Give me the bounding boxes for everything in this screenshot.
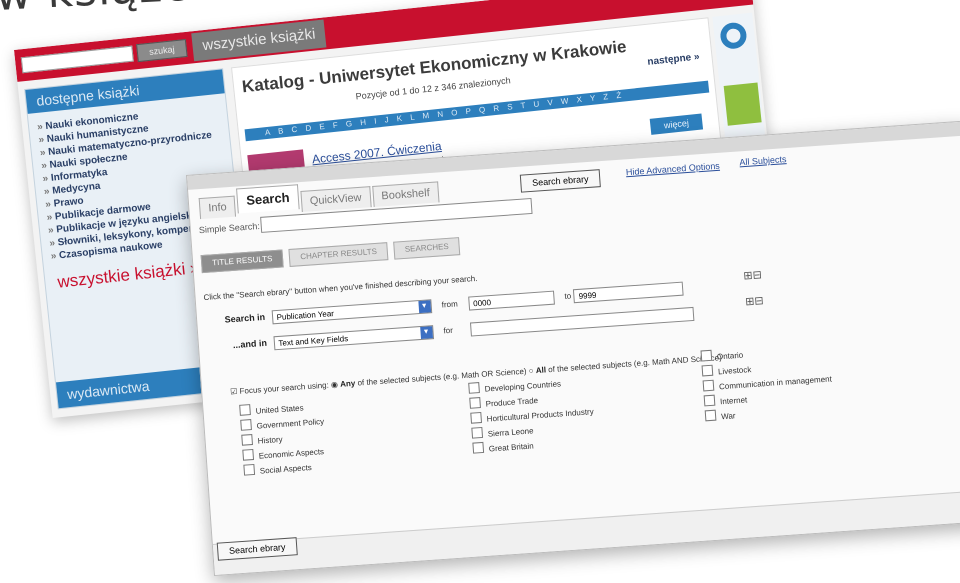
tab-search[interactable]: Search	[236, 184, 300, 214]
chevron-down-icon[interactable]: ▼	[417, 300, 431, 314]
catalog-search-button[interactable]: szukaj	[136, 38, 188, 63]
tab-chapter-results[interactable]: CHAPTER RESULTS	[288, 242, 389, 267]
ebrary-search-screenshot: InfoSearch QuickView Bookshelf Search ebra…	[186, 120, 960, 577]
result-tabs: TITLE RESULTS CHAPTER RESULTS SEARCHES	[200, 235, 466, 274]
all-option-description: of the selected subjects (e.g. Math AND …	[547, 353, 723, 375]
chevron-down-icon[interactable]: ▼	[419, 326, 433, 340]
any-radio[interactable]: ◉	[331, 380, 339, 389]
all-radio[interactable]: ○	[528, 366, 533, 375]
focus-checkbox[interactable]: ☑	[230, 387, 238, 396]
search-footer	[212, 489, 960, 575]
tab-bookshelf[interactable]: Bookshelf	[371, 181, 440, 208]
add-remove-row-icons[interactable]: ⊞⊟	[745, 294, 764, 308]
page-heading: w książek elek	[0, 0, 329, 21]
from-label: from	[441, 299, 459, 310]
tab-quickview[interactable]: QuickView	[300, 186, 372, 213]
subjects-column-1: United States Government Policy History …	[239, 399, 328, 480]
simple-search-label: Simple Search:	[198, 220, 261, 236]
search-in-label: Search in	[224, 312, 266, 326]
for-text-input[interactable]	[469, 306, 694, 337]
all-option-label: All	[535, 365, 547, 376]
tab-title-results[interactable]: TITLE RESULTS	[200, 249, 284, 274]
and-in-select[interactable]: Text and Key Fields ▼	[272, 325, 434, 351]
search-in-select-value: Publication Year	[276, 309, 335, 323]
search-in-select[interactable]: Publication Year ▼	[271, 299, 432, 325]
all-subjects-link[interactable]: All Subjects	[739, 154, 787, 167]
book-stack-icon	[723, 82, 762, 126]
focus-prompt-text: Focus your search using:	[239, 380, 330, 396]
subjects-column-2: Developing Countries Produce Trade Horti…	[468, 374, 596, 457]
lifebuoy-icon	[719, 21, 748, 51]
book-more-button[interactable]: więcej	[649, 113, 704, 135]
and-in-label: ...and in	[232, 338, 268, 351]
from-year-input[interactable]: 0000	[467, 290, 555, 311]
tab-searches[interactable]: SEARCHES	[393, 237, 461, 260]
all-books-tab[interactable]: wszystkie książki	[191, 19, 327, 62]
to-label: to	[564, 291, 572, 302]
for-label: for	[443, 326, 454, 336]
and-in-select-value: Text and Key Fields	[278, 334, 349, 348]
any-option-label: Any	[339, 378, 356, 389]
tab-info[interactable]: Info	[198, 195, 237, 220]
advanced-options-link[interactable]: Hide Advanced Options	[626, 161, 721, 178]
catalog-search-input[interactable]	[20, 45, 134, 74]
search-library-button[interactable]: Search ebrary	[519, 169, 601, 193]
add-remove-row-icons[interactable]: ⊞⊟	[743, 268, 762, 282]
subjects-column-3: Ontario Livestock Communication in manag…	[700, 342, 834, 426]
to-year-input[interactable]: 9999	[573, 281, 684, 304]
